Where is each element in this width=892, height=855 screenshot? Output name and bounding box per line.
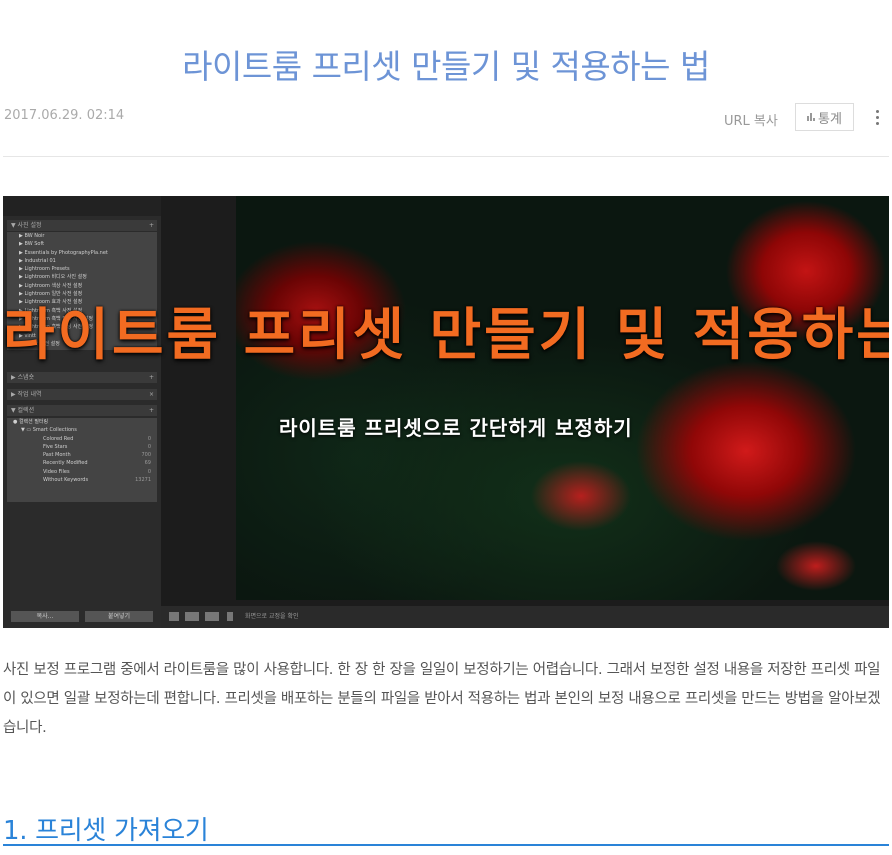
- smart-collection-item: Past Month 700: [43, 452, 151, 459]
- section-heading-underline: [3, 844, 889, 846]
- hero-overlay-subtitle: 라이트룸 프리셋으로 간단하게 보정하기: [279, 416, 633, 440]
- collection-filter: ● 컬렉션 필터링: [13, 419, 49, 425]
- vertical-ellipsis-icon[interactable]: [872, 106, 884, 130]
- preset-folder: ▶ BW Soft: [19, 241, 45, 248]
- smart-collections-folder: ▼ ▭ Smart Collections: [21, 427, 77, 434]
- lightroom-panel-top: [3, 196, 161, 216]
- section-heading-import-presets: 1. 프리셋 가져오기: [3, 816, 209, 846]
- post-title: 라이트룸 프리셋 만들기 및 적용하는 법: [182, 47, 710, 87]
- post-date: 2017.06.29. 02:14: [4, 108, 125, 123]
- collections-list: ● 컬렉션 필터링 ▼ ▭ Smart Collections Colored …: [7, 418, 157, 502]
- snapshot-section-header: ▶ 스냅숏 +: [7, 372, 157, 383]
- smart-collection-item: Colored Red 0: [43, 435, 151, 442]
- preset-folder: ▶ Essentials by PhotographyPla.net: [19, 249, 108, 256]
- preset-folder: ▶ Industrial 01: [19, 257, 56, 264]
- preset-folder: ▶ Lightroom 색상 사전 설정: [19, 282, 83, 289]
- preset-folder: ▶ BW Noir: [19, 233, 45, 239]
- stats-button[interactable]: 통계: [795, 103, 854, 131]
- header-divider: [3, 156, 889, 157]
- preset-folder: ▶ Lightroom Presets: [19, 266, 70, 273]
- hero-image: ▼ 사진 설정 + ▶ BW Noir ▶ BW Soft ▶ Essentials …: [3, 196, 889, 628]
- presets-section-header: ▼ 사진 설정 +: [7, 220, 157, 231]
- url-copy-button[interactable]: URL 복사: [724, 110, 778, 129]
- lightroom-left-panel: ▼ 사진 설정 + ▶ BW Noir ▶ BW Soft ▶ Essentials …: [3, 196, 161, 628]
- preset-folder: ▶ Lightroom 비디오 사진 설정: [19, 274, 87, 281]
- lightroom-toolbar: 화면으로 교정을 확인: [161, 606, 889, 628]
- stats-label: 통계: [818, 111, 842, 127]
- smart-collection-item: Recently Modified 69: [43, 460, 151, 467]
- history-section-header: ▶ 작업 내역 ×: [7, 389, 157, 400]
- hero-overlay-title: 라이트룸 프리셋 만들기 및 적용하는 법: [3, 303, 889, 368]
- smart-collection-item: Five Stars 0: [43, 443, 151, 450]
- smart-collection-item: Video Files 0: [43, 468, 151, 475]
- bar-chart-icon: [807, 113, 816, 121]
- paste-settings-button: 붙여넣기: [85, 611, 153, 622]
- collections-section-header: ▼ 컬렉션 +: [7, 405, 157, 416]
- rose-photo: [236, 196, 889, 600]
- toolbar-text: 화면으로 교정을 확인: [245, 613, 299, 620]
- copy-settings-button: 복사...: [11, 611, 79, 622]
- smart-collection-item: Without Keywords 13271: [43, 477, 151, 484]
- intro-paragraph: 사진 보정 프로그램 중에서 라이트룸을 많이 사용합니다. 한 장 한 장을 …: [3, 662, 881, 736]
